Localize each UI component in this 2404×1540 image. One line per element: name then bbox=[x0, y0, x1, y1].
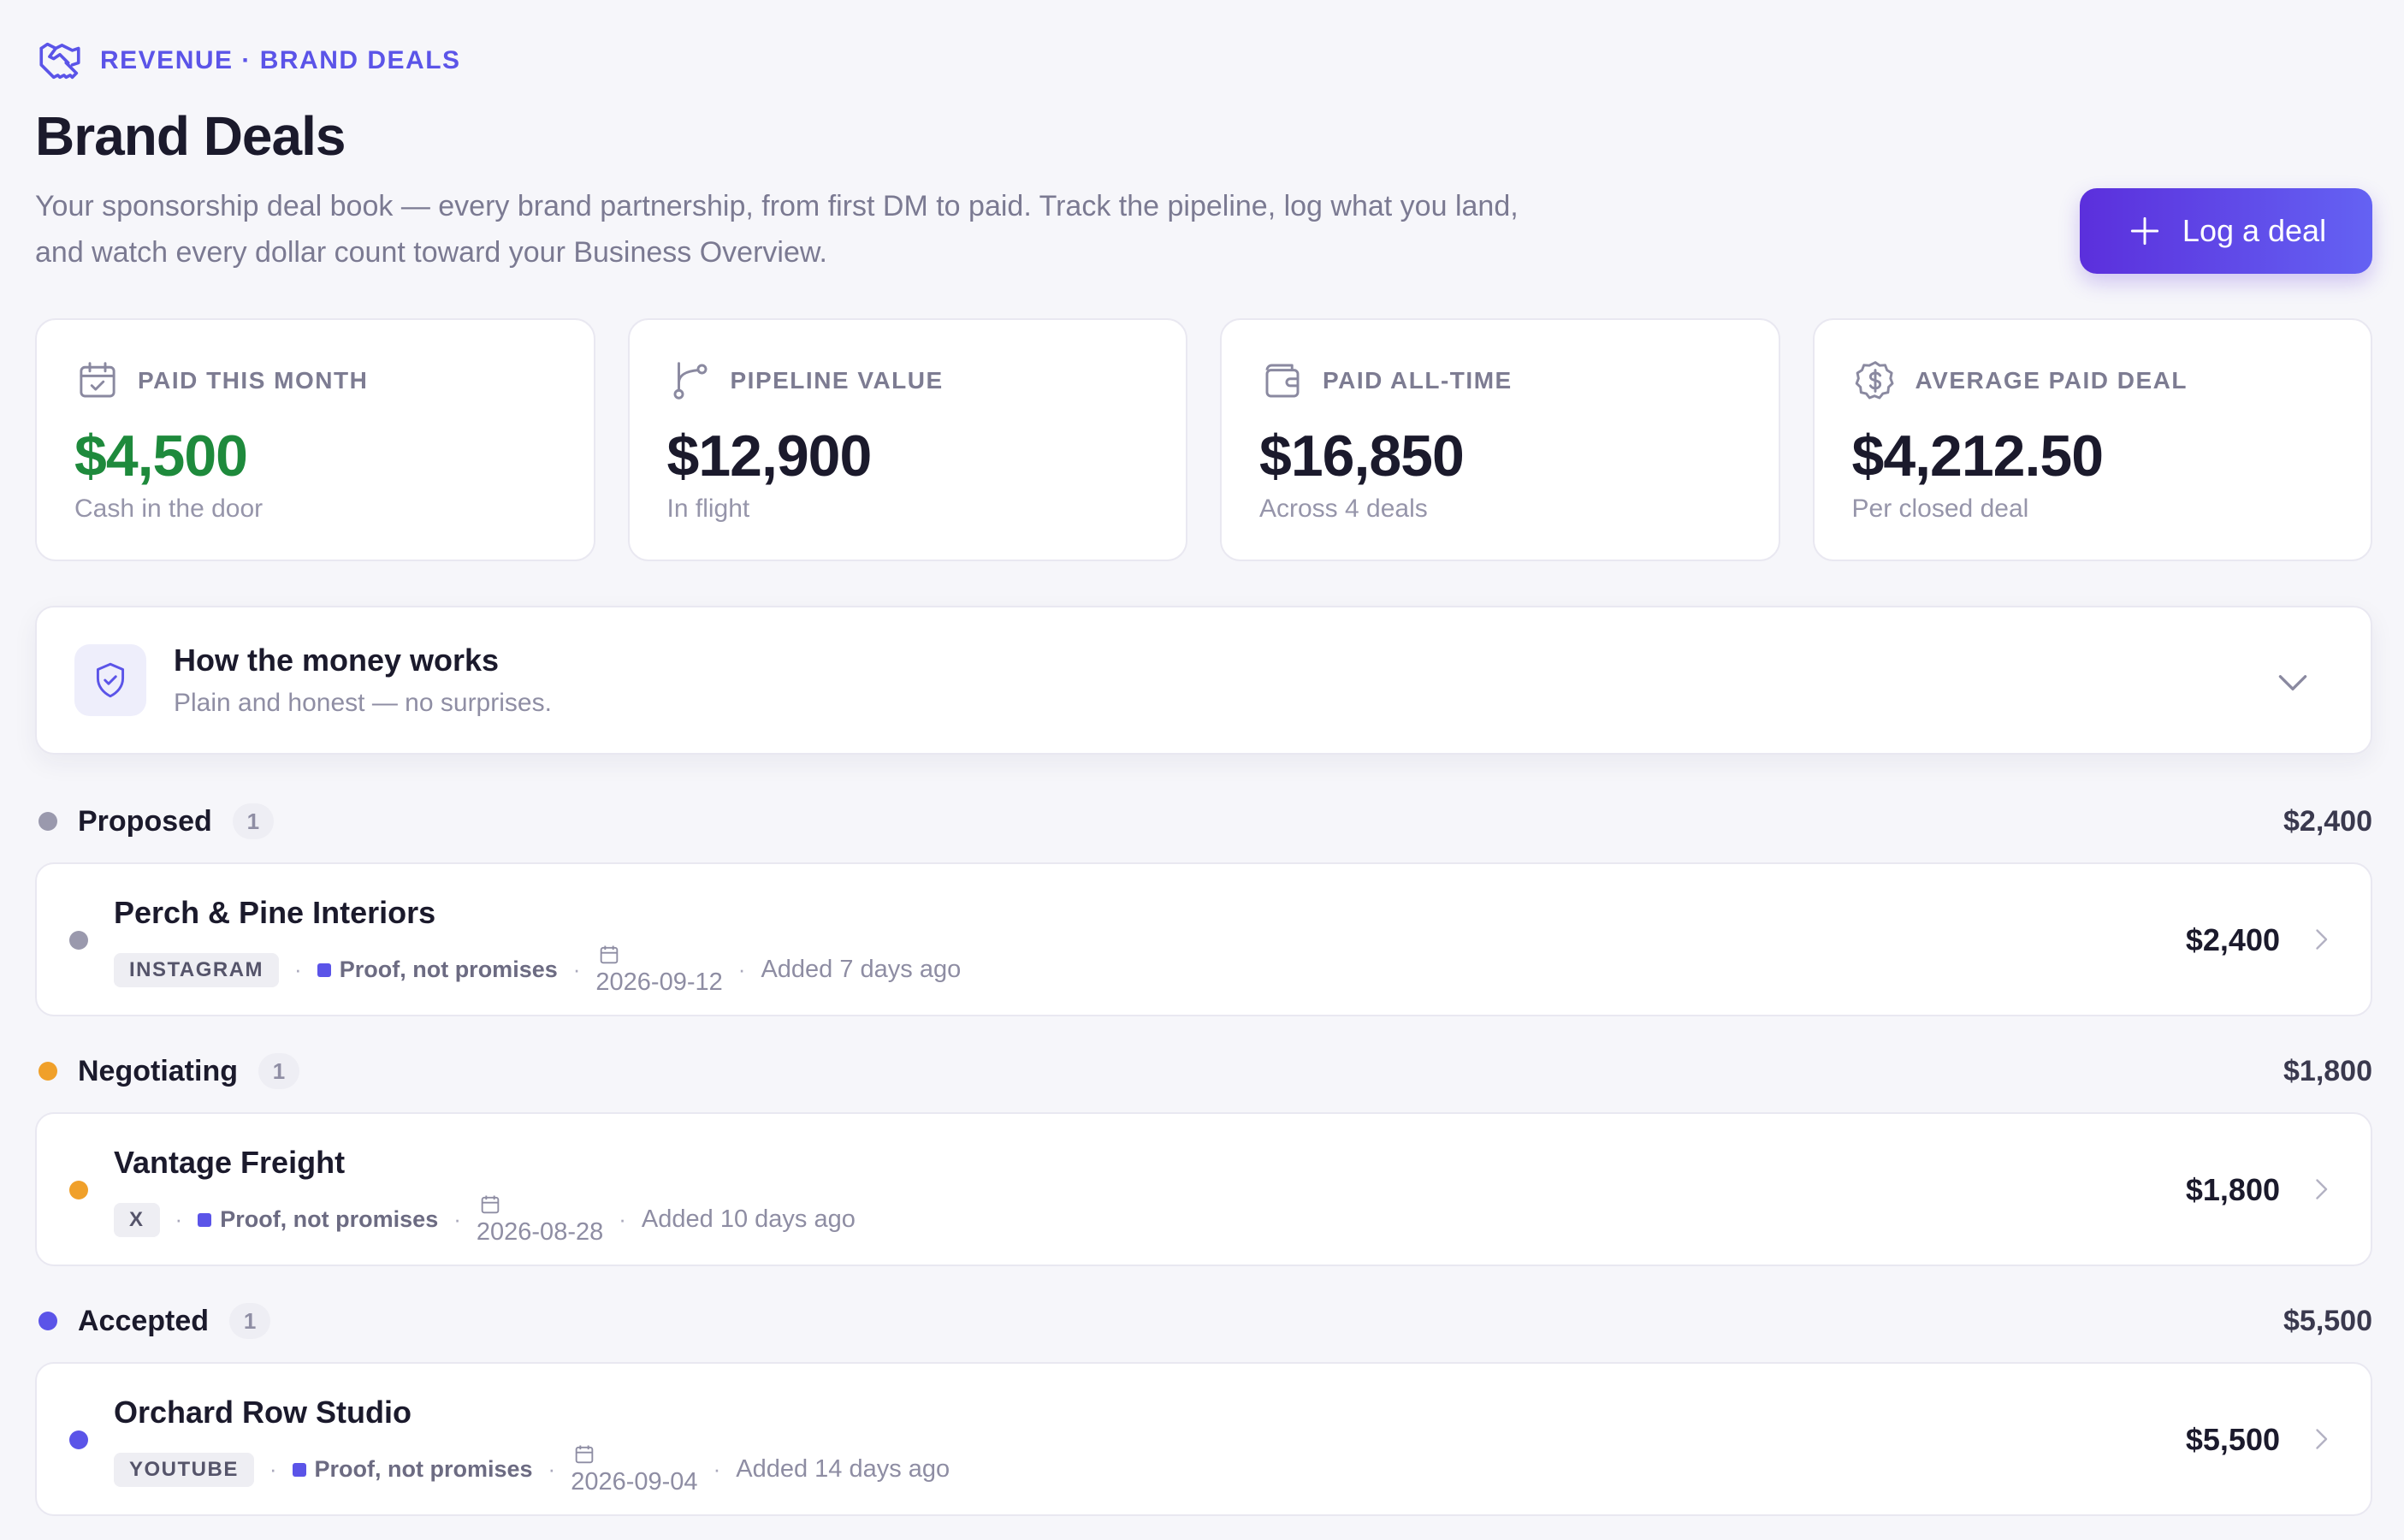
status-dot bbox=[38, 812, 57, 831]
stat-label: PAID ALL-TIME bbox=[1323, 367, 1513, 394]
status-dot bbox=[69, 1430, 88, 1449]
log-deal-button[interactable]: Log a deal bbox=[2080, 188, 2372, 274]
group-header-proposed: Proposed 1 $2,400 bbox=[35, 800, 2372, 843]
separator-dot: · bbox=[294, 957, 302, 982]
group-name: Proposed bbox=[78, 804, 212, 838]
stat-label: PIPELINE VALUE bbox=[730, 367, 944, 394]
status-dot bbox=[69, 1181, 88, 1199]
group-name: Negotiating bbox=[78, 1054, 238, 1087]
group-name: Accepted bbox=[78, 1304, 210, 1337]
log-deal-label: Log a deal bbox=[2182, 213, 2327, 248]
group-count-badge: 1 bbox=[229, 1303, 271, 1339]
platform-tag: X bbox=[114, 1202, 160, 1237]
breadcrumb-text[interactable]: REVENUE · BRAND DEALS bbox=[100, 46, 461, 75]
dollar-badge-icon bbox=[1855, 361, 1893, 400]
deal-meta: X · Proof, not promises · 2026-08-28 · A… bbox=[114, 1193, 856, 1247]
deal-row[interactable]: Perch & Pine Interiors INSTAGRAM · Proof… bbox=[35, 862, 2372, 1016]
deal-name: Orchard Row Studio bbox=[114, 1395, 412, 1430]
deal-amount: $5,500 bbox=[2185, 1422, 2280, 1457]
separator-dot: · bbox=[572, 957, 581, 982]
status-dot bbox=[38, 1062, 57, 1081]
stat-note: Per closed deal bbox=[1851, 495, 2029, 523]
page-title: Brand Deals bbox=[35, 105, 346, 167]
deal-row[interactable]: Orchard Row Studio YOUTUBE · Proof, not … bbox=[35, 1362, 2372, 1516]
stat-note: Across 4 deals bbox=[1259, 495, 1428, 523]
group-total: $2,400 bbox=[2283, 804, 2372, 838]
stat-value: $12,900 bbox=[666, 424, 873, 489]
group-count-badge: 1 bbox=[258, 1053, 299, 1089]
status-dot bbox=[38, 1312, 57, 1330]
deal-note: Proof, not promises bbox=[198, 1206, 438, 1233]
info-subtitle: Plain and honest — no surprises. bbox=[174, 689, 552, 717]
stat-value: $16,850 bbox=[1259, 424, 1465, 489]
group-total: $1,800 bbox=[2283, 1054, 2372, 1087]
separator-dot: · bbox=[713, 1456, 721, 1482]
how-money-works-panel[interactable]: How the money works Plain and honest — n… bbox=[35, 606, 2372, 755]
stat-card-average-paid-deal: AVERAGE PAID DEAL $4,212.50 Per closed d… bbox=[1812, 318, 2372, 561]
info-title: How the money works bbox=[174, 643, 500, 678]
stat-card-paid-this-month: PAID THIS MONTH $4,500 Cash in the door bbox=[35, 318, 595, 561]
note-marker bbox=[317, 962, 331, 977]
deal-date: 2026-09-04 bbox=[571, 1442, 698, 1496]
separator-dot: · bbox=[175, 1206, 183, 1232]
deal-note: Proof, not promises bbox=[292, 1456, 533, 1483]
separator-dot: · bbox=[548, 1456, 556, 1482]
deal-added: Added 14 days ago bbox=[736, 1455, 950, 1483]
stat-note: Cash in the door bbox=[74, 495, 263, 523]
wallet-icon bbox=[1265, 364, 1300, 398]
status-dot bbox=[69, 931, 88, 950]
deal-name: Vantage Freight bbox=[114, 1145, 346, 1180]
group-header-accepted: Accepted 1 $5,500 bbox=[35, 1300, 2372, 1342]
chevron-right-icon[interactable] bbox=[2306, 1174, 2336, 1205]
shield-check-icon bbox=[96, 662, 125, 698]
stat-value: $4,212.50 bbox=[1851, 424, 2105, 489]
deal-name: Perch & Pine Interiors bbox=[114, 895, 436, 930]
plus-icon bbox=[2130, 216, 2159, 246]
chevron-right-icon[interactable] bbox=[2306, 924, 2336, 955]
git-branch-icon bbox=[673, 362, 707, 400]
platform-tag: INSTAGRAM bbox=[114, 952, 280, 987]
chevron-down-icon[interactable] bbox=[2271, 660, 2314, 703]
calendar-icon bbox=[575, 1445, 594, 1464]
deal-meta: YOUTUBE · Proof, not promises · 2026-09-… bbox=[114, 1442, 950, 1496]
chevron-right-icon[interactable] bbox=[2306, 1424, 2336, 1454]
deal-added: Added 10 days ago bbox=[641, 1205, 856, 1233]
group-header-negotiating: Negotiating 1 $1,800 bbox=[35, 1050, 2372, 1093]
separator-dot: · bbox=[453, 1206, 461, 1232]
group-total: $5,500 bbox=[2283, 1304, 2372, 1337]
separator-dot: · bbox=[737, 957, 746, 982]
deal-amount: $1,800 bbox=[2185, 1172, 2280, 1207]
stat-value: $4,500 bbox=[74, 424, 248, 489]
deal-note: Proof, not promises bbox=[317, 957, 558, 983]
calendar-icon bbox=[601, 945, 619, 964]
stat-card-pipeline-value: PIPELINE VALUE $12,900 In flight bbox=[627, 318, 1187, 561]
calendar-check-icon bbox=[80, 362, 115, 398]
separator-dot: · bbox=[269, 1456, 277, 1482]
deal-added: Added 7 days ago bbox=[761, 956, 962, 983]
group-count-badge: 1 bbox=[232, 803, 274, 839]
info-icon-tile bbox=[74, 644, 146, 716]
handshake-icon bbox=[39, 42, 80, 80]
note-marker bbox=[198, 1212, 212, 1227]
deal-meta: INSTAGRAM · Proof, not promises · 2026-0… bbox=[114, 943, 961, 997]
stats-row: PAID THIS MONTH $4,500 Cash in the door … bbox=[35, 318, 2372, 561]
deal-date: 2026-09-12 bbox=[595, 943, 723, 997]
note-marker bbox=[292, 1462, 306, 1477]
deal-date: 2026-08-28 bbox=[477, 1193, 603, 1247]
stat-card-paid-all-time: PAID ALL-TIME $16,850 Across 4 deals bbox=[1220, 318, 1780, 561]
page-subtitle: Your sponsorship deal book — every brand… bbox=[35, 190, 1519, 269]
stat-label: AVERAGE PAID DEAL bbox=[1915, 367, 2188, 394]
stat-note: In flight bbox=[666, 495, 750, 523]
breadcrumb: REVENUE · BRAND DEALS bbox=[35, 36, 461, 86]
platform-tag: YOUTUBE bbox=[114, 1452, 254, 1487]
deal-amount: $2,400 bbox=[2185, 922, 2280, 957]
calendar-icon bbox=[481, 1195, 500, 1214]
separator-dot: · bbox=[619, 1206, 626, 1232]
stat-label: PAID THIS MONTH bbox=[138, 367, 369, 394]
deal-row[interactable]: Vantage Freight X · Proof, not promises … bbox=[35, 1112, 2372, 1266]
